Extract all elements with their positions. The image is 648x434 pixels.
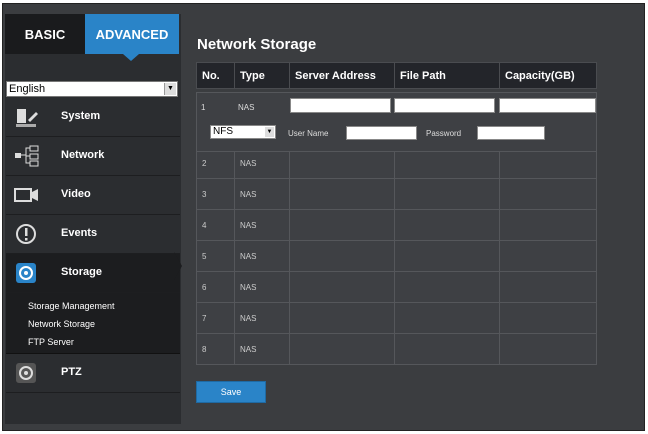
- row-number: 3: [196, 178, 235, 210]
- column-header-server-address: Server Address: [289, 62, 395, 89]
- user-name-input[interactable]: [346, 126, 417, 140]
- column-header-type: Type: [234, 62, 290, 89]
- save-button[interactable]: Save: [196, 381, 266, 403]
- table-row: 5 NAS: [196, 240, 597, 272]
- row-type: NAS: [234, 333, 290, 365]
- row-type: NAS: [238, 103, 255, 112]
- password-input[interactable]: [477, 126, 545, 140]
- sidebar-item-network[interactable]: Network: [6, 137, 180, 176]
- sidebar-item-events[interactable]: Events: [6, 215, 180, 254]
- language-select-value: English: [9, 83, 46, 95]
- network-icon: [15, 145, 39, 167]
- table-row: 3 NAS: [196, 178, 597, 210]
- sidebar-item-storage[interactable]: Storage: [6, 254, 180, 293]
- row-number: 8: [196, 333, 235, 365]
- tab-advanced[interactable]: ADVANCED: [85, 14, 179, 54]
- sidebar-item-system[interactable]: System: [6, 98, 180, 137]
- row-number: 4: [196, 209, 235, 241]
- row-type: NAS: [234, 271, 290, 303]
- ptz-icon: [16, 363, 36, 383]
- chevron-down-icon[interactable]: ▼: [164, 83, 176, 95]
- row-number: 2: [196, 147, 235, 179]
- chevron-down-icon[interactable]: ▼: [265, 127, 274, 137]
- video-icon: [14, 188, 38, 202]
- sidebar-item-label: System: [61, 110, 101, 122]
- active-menu-pointer: [174, 252, 182, 280]
- submenu-item-storage-management[interactable]: Storage Management: [28, 301, 115, 311]
- column-header-no: No.: [196, 62, 235, 89]
- sidebar-item-ptz[interactable]: PTZ: [6, 354, 180, 393]
- capacity-input[interactable]: [499, 98, 596, 113]
- table-row: 4 NAS: [196, 209, 597, 241]
- table-row: 2 NAS: [196, 147, 597, 179]
- row-number: 1: [201, 103, 206, 112]
- row-type: NAS: [234, 240, 290, 272]
- protocol-select-value: NFS: [213, 126, 233, 137]
- events-icon: [16, 224, 36, 244]
- row-type: NAS: [234, 178, 290, 210]
- sidebar-item-label: Storage: [61, 266, 102, 278]
- language-select[interactable]: English ▼: [6, 81, 178, 97]
- sidebar-item-label: Network: [61, 149, 105, 161]
- column-header-capacity: Capacity(GB): [499, 62, 597, 89]
- page-title: Network Storage: [197, 36, 317, 53]
- user-name-label: User Name: [288, 129, 329, 138]
- table-row: 7 NAS: [196, 302, 597, 334]
- row-number: 6: [196, 271, 235, 303]
- sidebar-item-video[interactable]: Video: [6, 176, 180, 215]
- sidebar-item-label: Events: [61, 227, 98, 239]
- submenu-item-ftp-server[interactable]: FTP Server: [28, 337, 74, 347]
- server-address-input[interactable]: [290, 98, 391, 113]
- file-path-input[interactable]: [394, 98, 495, 113]
- submenu-item-network-storage[interactable]: Network Storage: [28, 319, 95, 329]
- active-tab-caret: [123, 54, 139, 61]
- storage-icon: [16, 263, 36, 283]
- password-label: Password: [426, 129, 462, 138]
- tab-basic[interactable]: BASIC: [5, 14, 85, 54]
- table-row: 8 NAS: [196, 333, 597, 365]
- table-row: 6 NAS: [196, 271, 597, 303]
- column-header-file-path: File Path: [394, 62, 500, 89]
- system-icon: [16, 109, 38, 127]
- protocol-select[interactable]: NFS ▼: [210, 125, 276, 139]
- sidebar: BASIC ADVANCED English ▼ System Network: [5, 14, 181, 424]
- row-type: NAS: [234, 147, 290, 179]
- storage-submenu: Storage Management Network Storage FTP S…: [6, 293, 180, 354]
- row-number: 7: [196, 302, 235, 334]
- row-type: NAS: [234, 209, 290, 241]
- row-number: 5: [196, 240, 235, 272]
- sidebar-item-label: PTZ: [61, 366, 82, 378]
- row-type: NAS: [234, 302, 290, 334]
- sidebar-item-label: Video: [61, 188, 91, 200]
- sidebar-menu: System Network Video Events Storage Stor…: [6, 98, 180, 393]
